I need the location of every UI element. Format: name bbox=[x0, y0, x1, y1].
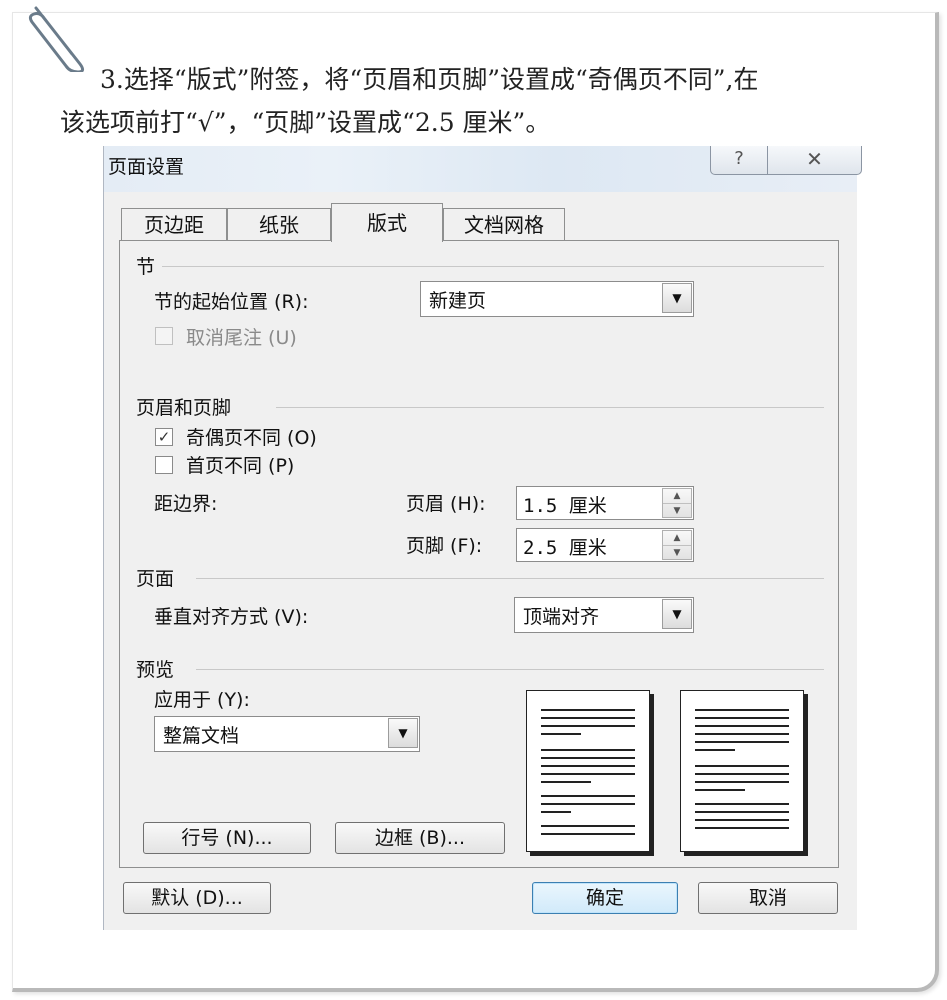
spin-down-icon[interactable]: ▼ bbox=[663, 546, 691, 560]
title-bar: 页面设置 ? ✕ bbox=[104, 146, 862, 192]
borders-button[interactable]: 边框 (B)... bbox=[335, 822, 505, 854]
suppress-endnotes-label: 取消尾注 (U) bbox=[186, 327, 297, 349]
section-heading-section: 节 bbox=[136, 256, 156, 278]
close-icon[interactable]: ✕ bbox=[768, 146, 861, 174]
caption-buttons: ? ✕ bbox=[710, 146, 862, 175]
tab-document-grid[interactable]: 文档网格 bbox=[443, 208, 565, 241]
header-distance-value: 1.5 厘米 bbox=[523, 495, 607, 517]
spin-buttons: ▲ ▼ bbox=[662, 488, 692, 518]
spin-up-icon[interactable]: ▲ bbox=[663, 489, 691, 504]
footer-distance-spinner[interactable]: 2.5 厘米 ▲ ▼ bbox=[516, 528, 694, 562]
chevron-down-icon[interactable]: ▼ bbox=[662, 599, 692, 629]
ok-button[interactable]: 确定 bbox=[532, 882, 678, 914]
preview-page-left bbox=[526, 690, 650, 852]
spin-down-icon[interactable]: ▼ bbox=[663, 504, 691, 518]
divider bbox=[276, 407, 824, 408]
vertical-alignment-select[interactable]: 顶端对齐 ▼ bbox=[514, 597, 694, 633]
help-icon[interactable]: ? bbox=[711, 146, 768, 174]
paperclip-icon bbox=[28, 6, 85, 72]
instruction-line-2: 该选项前打“√”，“页脚”设置成“2.5 厘米”。 bbox=[60, 108, 551, 137]
divider bbox=[162, 266, 824, 267]
preview-page-right bbox=[680, 690, 804, 852]
footer-distance-label: 页脚 (F): bbox=[406, 535, 483, 557]
section-start-select[interactable]: 新建页 ▼ bbox=[420, 281, 694, 317]
cancel-button[interactable]: 取消 bbox=[698, 882, 838, 914]
section-start-label: 节的起始位置 (R): bbox=[154, 291, 309, 313]
line-numbers-button[interactable]: 行号 (N)... bbox=[143, 822, 311, 854]
section-heading-header-footer: 页眉和页脚 bbox=[136, 397, 232, 419]
tab-layout[interactable]: 版式 bbox=[331, 203, 443, 242]
spin-up-icon[interactable]: ▲ bbox=[663, 531, 691, 546]
divider bbox=[196, 669, 824, 670]
dialog-title: 页面设置 bbox=[108, 156, 185, 178]
divider bbox=[196, 578, 824, 579]
default-button[interactable]: 默认 (D)... bbox=[123, 882, 271, 914]
odd-even-checkbox[interactable]: ✓ bbox=[155, 428, 173, 446]
first-page-label: 首页不同 (P) bbox=[186, 455, 295, 477]
header-distance-spinner[interactable]: 1.5 厘米 ▲ ▼ bbox=[516, 486, 694, 520]
odd-even-label: 奇偶页不同 (O) bbox=[186, 427, 317, 449]
vertical-alignment-label: 垂直对齐方式 (V): bbox=[154, 606, 309, 628]
section-start-value: 新建页 bbox=[429, 290, 487, 312]
tab-paper[interactable]: 纸张 bbox=[227, 208, 331, 241]
chevron-down-icon[interactable]: ▼ bbox=[662, 283, 692, 313]
vertical-alignment-value: 顶端对齐 bbox=[523, 606, 600, 628]
from-edge-label: 距边界: bbox=[154, 493, 218, 515]
section-heading-preview: 预览 bbox=[136, 659, 175, 681]
instruction-line-1: 3.选择“版式”附签，将“页眉和页脚”设置成“奇偶页不同”,在 bbox=[100, 65, 759, 94]
spin-buttons: ▲ ▼ bbox=[662, 530, 692, 560]
header-distance-label: 页眉 (H): bbox=[406, 493, 486, 515]
first-page-checkbox[interactable] bbox=[155, 456, 173, 474]
tab-margins[interactable]: 页边距 bbox=[121, 208, 227, 241]
apply-to-select[interactable]: 整篇文档 ▼ bbox=[154, 716, 420, 752]
apply-to-value: 整篇文档 bbox=[163, 725, 240, 747]
chevron-down-icon[interactable]: ▼ bbox=[388, 718, 418, 748]
footer-distance-value: 2.5 厘米 bbox=[523, 537, 607, 559]
suppress-endnotes-checkbox[interactable] bbox=[155, 327, 173, 345]
section-heading-page: 页面 bbox=[136, 568, 175, 590]
apply-to-label: 应用于 (Y): bbox=[154, 689, 250, 711]
